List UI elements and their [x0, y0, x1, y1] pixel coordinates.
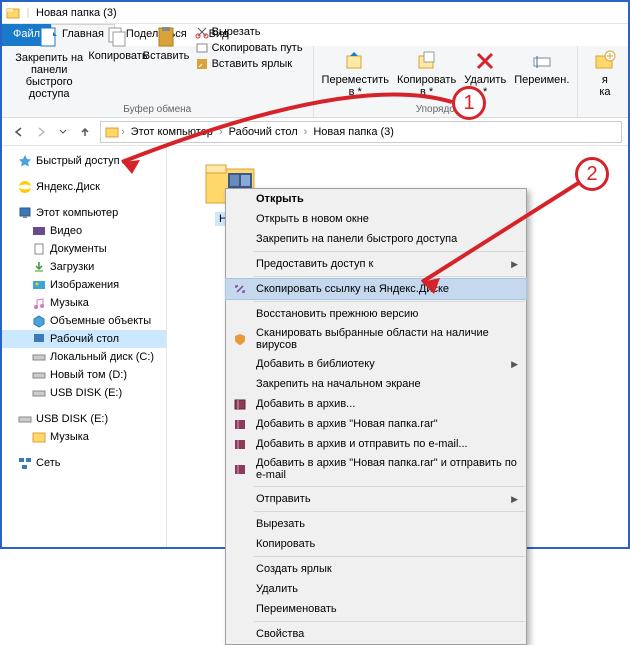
ctx-archive2[interactable]: Добавить в архив "Новая папка.rar" [226, 414, 526, 434]
link-icon [232, 281, 248, 297]
crumb-desktop[interactable]: Рабочий стол [225, 126, 302, 138]
sidebar-music2[interactable]: Музыка [2, 428, 166, 446]
ctx-open-new[interactable]: Открыть в новом окне [226, 209, 526, 229]
sidebar-yandex-disk[interactable]: Яндекс.Диск [2, 178, 166, 196]
organize-group-label: Упорядочить [318, 104, 574, 115]
folder-icon [6, 6, 20, 20]
shield-icon [232, 331, 248, 347]
chevron-right-icon: ▶ [511, 259, 518, 270]
navigation-pane: Быстрый доступ Яндекс.Диск Этот компьюте… [2, 146, 167, 547]
archive-icon [232, 436, 248, 452]
ctx-pin-quick[interactable]: Закрепить на панели быстрого доступа [226, 229, 526, 249]
sidebar-downloads[interactable]: Загрузки [2, 258, 166, 276]
ctx-delete[interactable]: Удалить [226, 579, 526, 599]
ctx-archive4[interactable]: Добавить в архив "Новая папка.rar" и отп… [226, 454, 526, 484]
sidebar-music[interactable]: Музыка [2, 294, 166, 312]
ctx-rename[interactable]: Переименовать [226, 599, 526, 619]
ribbon-group-organize: Переместить в * Копировать в * Удалить *… [314, 46, 579, 117]
folder-icon [105, 125, 119, 139]
forward-button[interactable] [30, 121, 52, 143]
ctx-properties[interactable]: Свойства [226, 624, 526, 644]
ctx-cut[interactable]: Вырезать [226, 514, 526, 534]
ctx-open[interactable]: Открыть [226, 189, 526, 209]
ctx-archive3[interactable]: Добавить в архив и отправить по e-mail..… [226, 434, 526, 454]
ctx-library[interactable]: Добавить в библиотеку▶ [226, 354, 526, 374]
context-menu: Открыть Открыть в новом окне Закрепить н… [225, 188, 527, 645]
window-title: Новая папка (3) [36, 7, 117, 19]
cut-button[interactable]: Вырезать [193, 24, 305, 40]
chevron-right-icon: ▶ [511, 359, 518, 370]
crumb-pc[interactable]: Этот компьютер [127, 126, 217, 138]
move-to-button[interactable]: Переместить в * [318, 48, 393, 100]
ctx-copy[interactable]: Копировать [226, 534, 526, 554]
ctx-yandex-link[interactable]: Скопировать ссылку на Яндекс.Диске [226, 279, 526, 299]
rename-button[interactable]: Переимен. [510, 48, 573, 88]
ctx-archive1[interactable]: Добавить в архив... [226, 394, 526, 414]
copy-button[interactable]: Копировать [92, 24, 143, 64]
sidebar-disk-d[interactable]: Новый том (D:) [2, 366, 166, 384]
sidebar-usb-e[interactable]: USB DISK (E:) [2, 384, 166, 402]
pin-quick-button[interactable]: Закрепить на панели быстрого доступа [6, 24, 92, 102]
ctx-grant-access[interactable]: Предоставить доступ к▶ [226, 254, 526, 274]
back-button[interactable] [8, 121, 30, 143]
clipboard-group-label: Буфер обмена [6, 104, 309, 115]
sidebar-desktop[interactable]: Рабочий стол [2, 330, 166, 348]
chevron-right-icon: ▶ [511, 494, 518, 505]
create-group-label: Создать [582, 104, 630, 115]
archive-icon [232, 416, 248, 432]
ctx-shortcut[interactable]: Создать ярлык [226, 559, 526, 579]
sidebar-3d-objects[interactable]: Объемные объекты [2, 312, 166, 330]
sidebar-this-pc[interactable]: Этот компьютер [2, 204, 166, 222]
up-button[interactable] [74, 121, 96, 143]
ribbon-group-create: я ка Создать элемент * Простой доступ * … [578, 46, 630, 117]
titlebar: Новая папка (3) [2, 2, 628, 24]
new-folder-button[interactable]: я ка [582, 48, 627, 100]
sidebar-videos[interactable]: Видео [2, 222, 166, 240]
crumb-folder[interactable]: Новая папка (3) [309, 126, 398, 138]
ctx-send-to[interactable]: Отправить▶ [226, 489, 526, 509]
breadcrumb[interactable]: › Этот компьютер › Рабочий стол › Новая … [100, 121, 622, 143]
copy-path-button[interactable]: Скопировать путь [193, 40, 305, 56]
archive-icon [232, 461, 248, 477]
sidebar-pictures[interactable]: Изображения [2, 276, 166, 294]
ctx-restore[interactable]: Восстановить прежнюю версию [226, 304, 526, 324]
paste-shortcut-button[interactable]: Вставить ярлык [193, 56, 305, 72]
sidebar-disk-c[interactable]: Локальный диск (C:) [2, 348, 166, 366]
ctx-pin-start[interactable]: Закрепить на начальном экране [226, 374, 526, 394]
divider-icon [24, 6, 32, 20]
recent-button[interactable] [52, 121, 74, 143]
sidebar-documents[interactable]: Документы [2, 240, 166, 258]
copy-to-button[interactable]: Копировать в * [393, 48, 460, 100]
sidebar-quick-access[interactable]: Быстрый доступ [2, 152, 166, 170]
delete-button[interactable]: Удалить * [460, 48, 510, 100]
address-bar: › Этот компьютер › Рабочий стол › Новая … [2, 118, 628, 146]
archive-icon [232, 396, 248, 412]
ribbon-group-clipboard: Закрепить на панели быстрого доступа Коп… [2, 46, 314, 117]
paste-button[interactable]: Вставить [144, 24, 189, 64]
sidebar-usb-e2[interactable]: USB DISK (E:) [2, 410, 166, 428]
sidebar-network[interactable]: Сеть [2, 454, 166, 472]
ctx-scan[interactable]: Сканировать выбранные области на наличие… [226, 324, 526, 354]
ribbon: Закрепить на панели быстрого доступа Коп… [2, 46, 628, 118]
